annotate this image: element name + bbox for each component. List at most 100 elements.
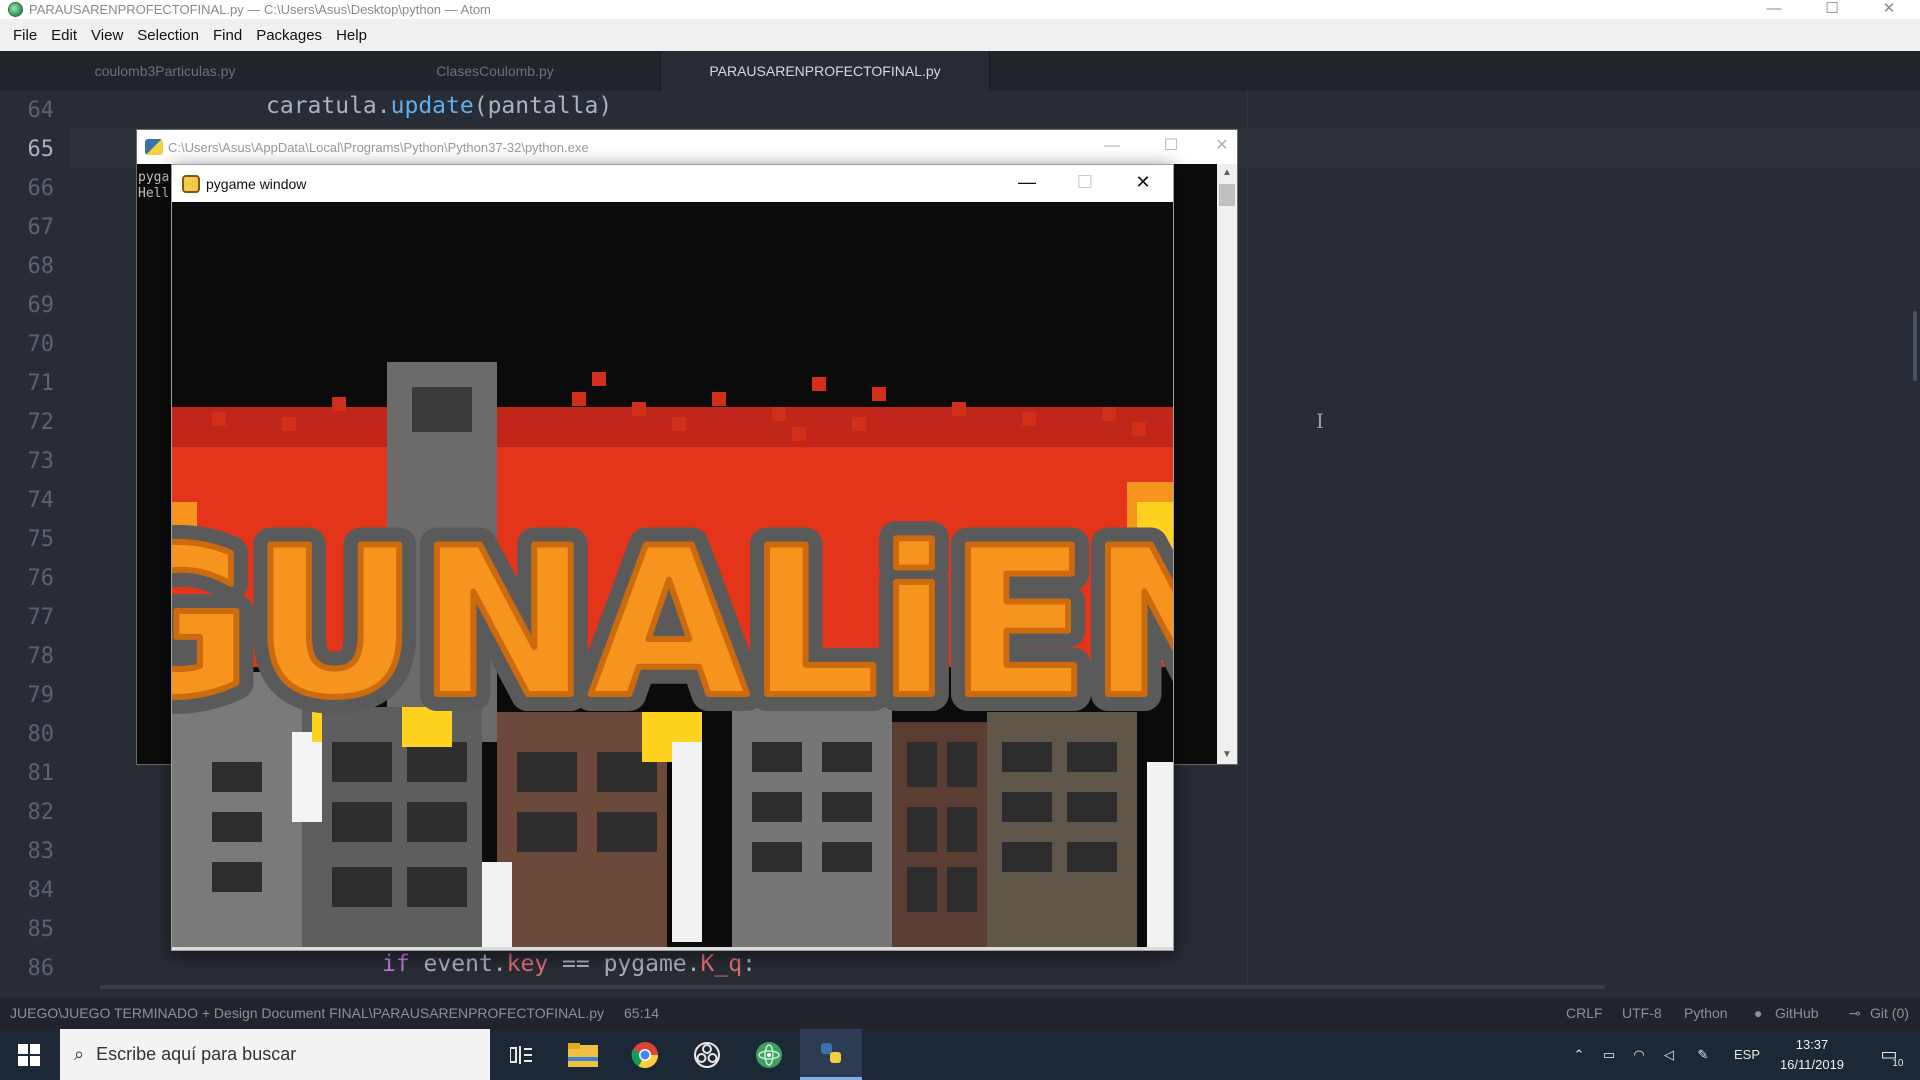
status-grammar[interactable]: Python [1684,1005,1728,1021]
menu-bar: File Edit View Selection Find Packages H… [0,19,1920,51]
tab-coulomb3particulas[interactable]: coulomb3Particulas.py [0,51,330,91]
menu-edit[interactable]: Edit [44,27,84,44]
battery-icon[interactable]: ▭ [1596,1029,1622,1080]
tab-clasescoulomb[interactable]: ClasesCoulomb.py [330,51,660,91]
line-number: 73 [27,449,55,474]
console-minimize-button[interactable]: — [1089,130,1135,164]
console-maximize-button[interactable]: ☐ [1148,130,1194,164]
code-text: : [742,951,756,977]
maximize-button[interactable]: ☐ [1809,0,1855,19]
line-number-gutter: 64 65 66 67 68 69 70 71 72 73 74 75 76 77 78 79 80 81 82 83… [0,91,70,989]
code-constant: K_q [700,951,743,977]
code-object: caratula. [266,93,391,119]
game-title-screen: GUNALiEN GUNALiEN [172,362,1173,950]
line-number: 84 [27,878,55,903]
taskbar-clock[interactable]: 13:37 16/11/2019 [1770,1035,1854,1075]
line-number: 78 [27,644,55,669]
status-file-path[interactable]: JUEGO\JUEGO TERMINADO + Design Document … [10,1005,604,1021]
game-canvas[interactable]: GUNALiEN GUNALiEN [172,202,1173,950]
horizontal-scrollbar[interactable] [100,985,1605,989]
pygame-icon [182,174,200,193]
pen-icon[interactable]: ✎ [1690,1029,1716,1080]
menu-help[interactable]: Help [329,27,374,44]
code-property: key [506,951,549,977]
line-number: 69 [27,293,55,318]
menu-find[interactable]: Find [206,27,249,44]
pygame-window[interactable]: pygame window — ☐ ✕ UNALiE UNALiE [171,164,1174,951]
line-number: 81 [27,761,55,786]
python-icon [145,139,163,155]
pygame-maximize-button: ☐ [1076,172,1094,192]
line-number: 68 [27,254,55,279]
line-number: 85 [27,917,55,942]
line-number: 86 [27,956,55,981]
taskbar-search[interactable]: ⌕ Escribe aquí para buscar [60,1029,490,1080]
input-language[interactable]: ESP [1730,1029,1764,1080]
status-cursor-position[interactable]: 65:14 [624,1005,659,1021]
clock-date: 16/11/2019 [1779,1057,1845,1072]
scroll-up-arrow-icon[interactable]: ▲ [1217,164,1237,182]
line-number: 74 [27,488,55,513]
console-output-line: pyga [138,170,170,185]
atom-taskbar-icon[interactable] [738,1029,800,1080]
notification-count: 10 [1892,1058,1904,1069]
windows-logo-icon [18,1043,40,1066]
code-args: (pantalla) [473,93,613,119]
pygame-title-bar[interactable]: pygame window — ☐ ✕ [172,165,1173,202]
pygame-window-title: pygame window [206,175,307,192]
line-number: 70 [27,332,55,357]
windows-taskbar: ⌕ Escribe aquí para buscar ⌃ ▭ ◠ ◁ ✎ ESP… [0,1029,1920,1080]
atom-app-icon [8,2,23,17]
wifi-icon[interactable]: ◠ [1626,1029,1652,1080]
line-number: 76 [27,566,55,591]
tray-chevron-up-icon[interactable]: ⌃ [1566,1029,1592,1080]
chrome-icon[interactable] [614,1029,676,1080]
line-number: 64 [27,98,55,123]
code-line-64[interactable]: caratula.update(pantalla) [266,91,612,121]
gunalien-logo: GUNALiEN GUNALiEN [172,488,1173,760]
console-output-line: Hell [138,186,170,201]
menu-packages[interactable]: Packages [249,27,329,44]
git-icon: ⊸ [1849,1005,1861,1021]
github-icon: ● [1754,1005,1763,1021]
search-placeholder: Escribe aquí para buscar [96,1044,297,1064]
pygame-minimize-button[interactable]: — [998,165,1056,202]
window-title: PARAUSARENPROFECTOFINAL.py — C:\Users\As… [29,2,491,17]
status-encoding[interactable]: UTF-8 [1622,1005,1662,1021]
close-button[interactable]: ✕ [1866,0,1912,19]
line-number: 77 [27,605,55,630]
console-scrollbar[interactable]: ▲ ▼ [1217,164,1237,764]
task-view-icon[interactable] [490,1029,552,1080]
line-number: 65 [27,137,55,162]
volume-icon[interactable]: ◁ [1656,1029,1682,1080]
console-title-bar[interactable]: C:\Users\Asus\AppData\Local\Programs\Pyt… [137,130,1237,164]
obs-icon[interactable] [676,1029,738,1080]
scroll-down-arrow-icon[interactable]: ▼ [1217,746,1237,764]
console-close-button[interactable]: ✕ [1207,130,1237,164]
logo-text: GUNALiEN [172,505,1173,743]
menu-file[interactable]: File [6,27,44,44]
text-cursor-icon: I [1316,409,1324,433]
status-line-ending[interactable]: CRLF [1566,1005,1603,1021]
line-number: 72 [27,410,55,435]
menu-selection[interactable]: Selection [130,27,206,44]
tab-parausarenprofectofinal[interactable]: PARAUSARENPROFECTOFINAL.py [660,51,990,91]
file-explorer-icon[interactable] [552,1029,614,1080]
code-line-86[interactable]: if event.key == pygame.K_q: [382,949,756,979]
start-button[interactable] [0,1029,58,1080]
vertical-scrollbar[interactable] [1913,311,1917,381]
wrap-guide [1247,91,1248,989]
menu-view[interactable]: View [84,27,130,44]
line-number: 71 [27,371,55,396]
minimize-button[interactable]: — [1751,0,1797,19]
code-method: update [390,93,474,119]
pygame-close-button[interactable]: ✕ [1114,165,1172,202]
clock-time: 13:37 [1795,1037,1829,1052]
status-git[interactable]: Git (0) [1870,1005,1909,1021]
line-number: 79 [27,683,55,708]
status-github[interactable]: GitHub [1775,1005,1819,1021]
code-keyword: if [382,951,410,977]
console-scroll-thumb[interactable] [1219,184,1235,206]
python-taskbar-icon[interactable] [800,1029,862,1080]
notification-center-icon[interactable]: ▭ 10 [1866,1029,1912,1080]
